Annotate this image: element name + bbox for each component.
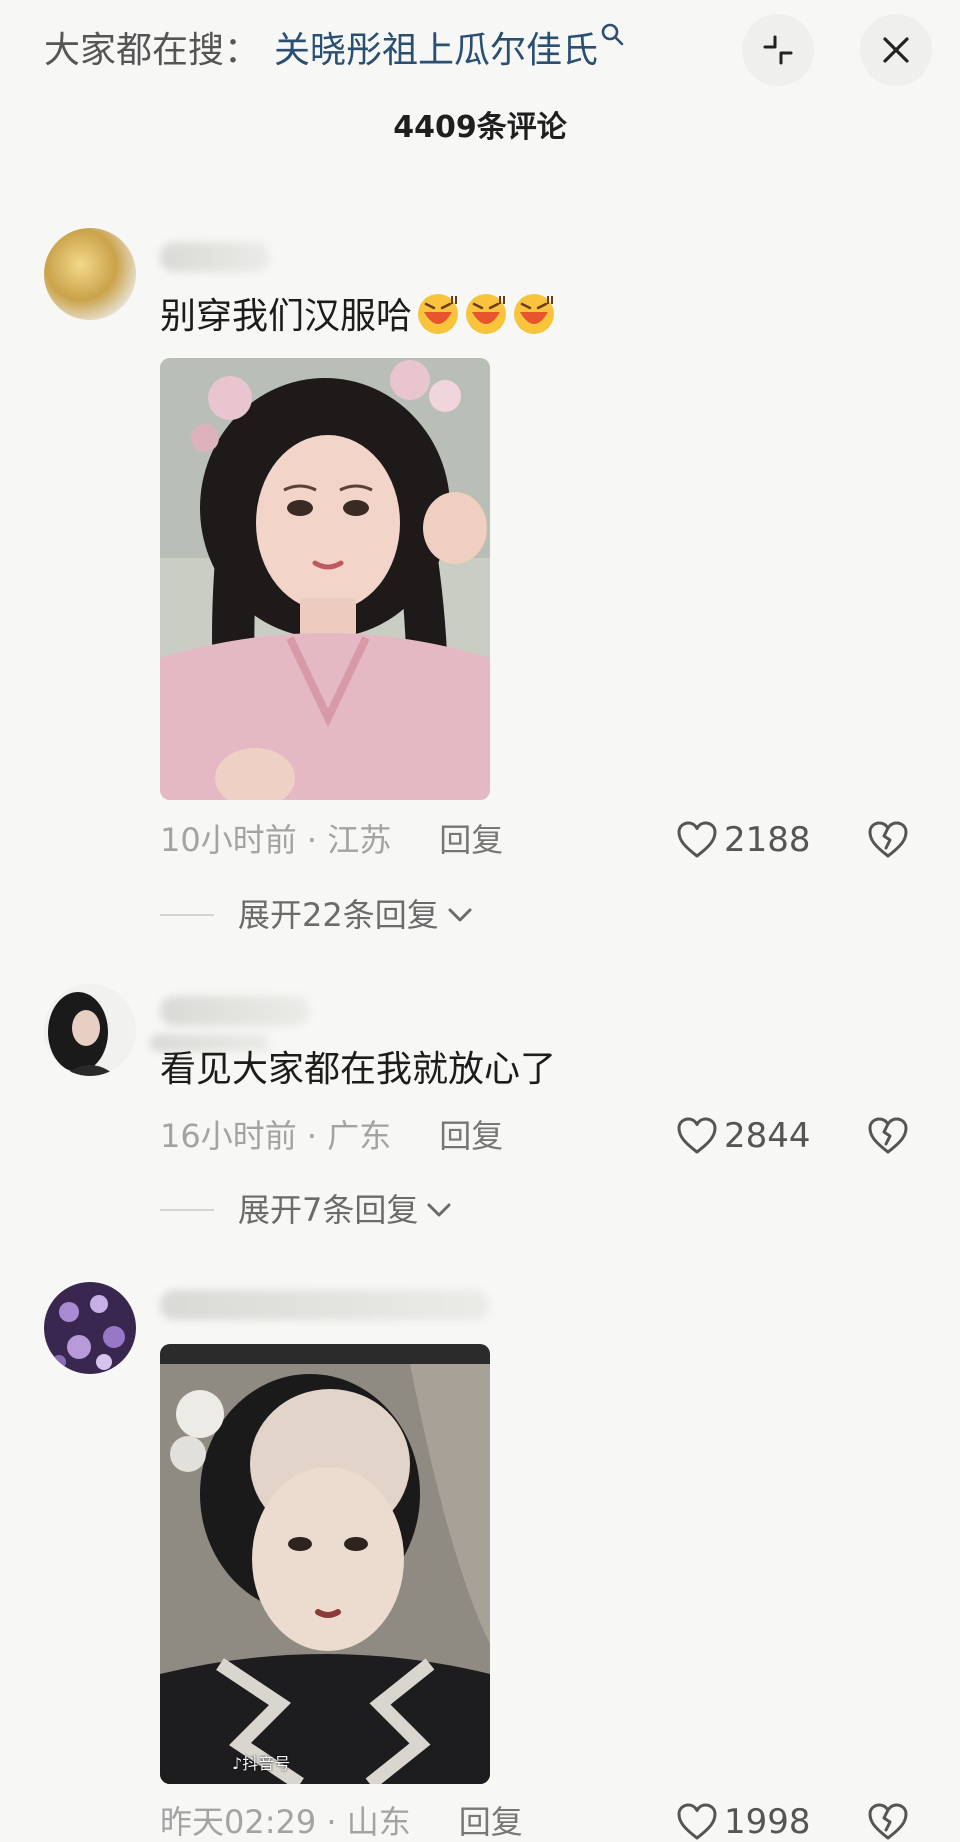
comment-image-qing-portrait[interactable]: ♪抖音号 [160, 1344, 490, 1784]
divider-line [160, 914, 214, 916]
broken-heart-icon[interactable] [866, 818, 910, 862]
expand-replies-label: 展开22条回复 [238, 896, 439, 934]
comment-time: 10小时前 [160, 821, 297, 859]
avatar[interactable] [44, 1282, 136, 1374]
avatar[interactable] [44, 228, 136, 320]
meta-separator: · [296, 821, 328, 859]
search-icon [601, 23, 624, 46]
comment-meta: 16小时前 · 广东 回复 [160, 1114, 503, 1158]
collapse-button[interactable] [742, 14, 814, 86]
laughing-emoji-icon [466, 294, 507, 334]
music-note-icon: ♪ [232, 1754, 243, 1773]
douyin-watermark: ♪抖音号 [232, 1750, 290, 1774]
like-count: 2844 [724, 1116, 811, 1156]
meta-separator: · [296, 1117, 328, 1155]
close-icon [883, 37, 909, 63]
comment-location: 江苏 [327, 821, 392, 859]
expand-replies-button[interactable]: 展开22条回复 [160, 893, 473, 937]
heart-icon [677, 1803, 717, 1840]
watermark-text: 抖音号 [242, 1754, 291, 1773]
laughing-emoji-icon [418, 294, 459, 334]
like-count: 2188 [724, 820, 811, 860]
trending-search-term[interactable]: 关晓彤祖上瓜尔佳氏 [274, 30, 598, 71]
comments-panel: 大家都在搜： 关晓彤祖上瓜尔佳氏 4409条评论 别穿我们汉服哈 10小时前 ·… [0, 0, 960, 1842]
comment-text: 别穿我们汉服哈 [160, 292, 556, 341]
reply-button[interactable]: 回复 [439, 1117, 503, 1155]
comment-time: 昨天02:29 [160, 1803, 317, 1841]
username-blurred[interactable] [160, 996, 310, 1026]
expand-replies-label: 展开7条回复 [238, 1191, 419, 1229]
trending-search-prefix: 大家都在搜： [44, 30, 261, 71]
comment-text: 看见大家都在我就放心了 [160, 1049, 557, 1090]
reply-button[interactable]: 回复 [459, 1803, 523, 1841]
username-blurred[interactable] [160, 242, 270, 272]
avatar[interactable] [44, 984, 136, 1076]
heart-icon [677, 821, 717, 858]
trending-search-hint[interactable]: 大家都在搜： 关晓彤祖上瓜尔佳氏 [44, 22, 626, 75]
comment-image-hanfu-portrait[interactable] [160, 358, 490, 800]
chevron-down-icon [427, 1203, 451, 1217]
comment-text-content: 别穿我们汉服哈 [160, 296, 413, 337]
reply-button[interactable]: 回复 [439, 821, 503, 859]
expand-replies-button[interactable]: 展开7条回复 [160, 1188, 452, 1232]
like-count: 1998 [724, 1802, 811, 1842]
meta-separator: · [316, 1803, 347, 1841]
close-button[interactable] [860, 14, 932, 86]
laughing-emoji-icon [514, 294, 555, 334]
divider-line [160, 1209, 214, 1211]
like-button[interactable]: 2844 [676, 1114, 811, 1158]
username-blurred[interactable] [160, 1290, 490, 1320]
broken-heart-icon[interactable] [866, 1114, 910, 1158]
broken-heart-icon[interactable] [866, 1800, 910, 1842]
comment-meta: 10小时前 · 江苏 回复 [160, 818, 503, 862]
like-button[interactable]: 2188 [676, 818, 811, 862]
comment-time: 16小时前 [160, 1117, 297, 1155]
comment-location: 山东 [346, 1803, 411, 1841]
like-button[interactable]: 1998 [676, 1800, 811, 1842]
chevron-down-icon [448, 908, 472, 922]
comment-count: 4409条评论 [393, 110, 567, 145]
comment-location: 广东 [327, 1117, 392, 1155]
heart-icon [677, 1117, 717, 1154]
comment-meta: 昨天02:29 · 山东 回复 [160, 1800, 523, 1842]
collapse-icon [763, 35, 793, 65]
